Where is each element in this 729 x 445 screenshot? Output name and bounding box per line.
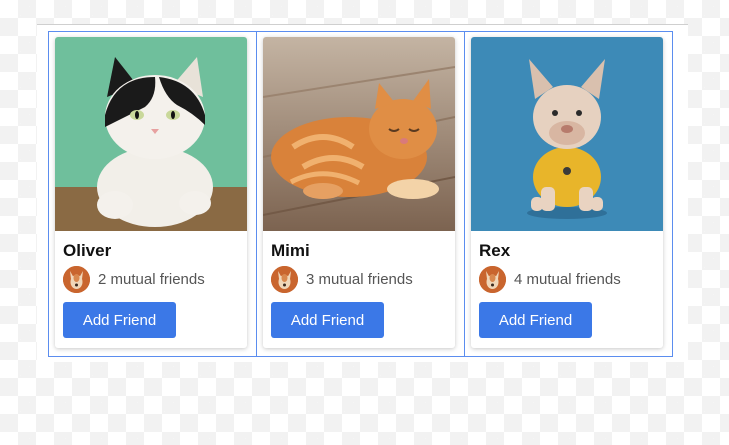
cat-photo [263,37,455,231]
avatar [271,265,298,293]
divider [37,24,688,25]
avatar [479,265,506,293]
add-friend-button[interactable]: Add Friend [63,302,176,338]
dog-photo [471,37,663,231]
mutual-friends-count: 2 mutual friends [98,270,205,288]
friend-name: Mimi [271,241,310,260]
card-cell: Oliver 2 mutual friends Add Friend [48,31,257,357]
friend-cards-row: Oliver 2 mutual friends Add Friend Mimi … [48,31,688,357]
card-cell: Mimi 3 mutual friends Add Friend [256,31,465,357]
friend-card[interactable]: Oliver 2 mutual friends Add Friend [55,37,247,348]
mutual-friends-row: 2 mutual friends [63,265,239,293]
cat-photo [55,37,247,231]
add-friend-button[interactable]: Add Friend [271,302,384,338]
add-friend-button[interactable]: Add Friend [479,302,592,338]
card-cell: Rex 4 mutual friends Add Friend [464,31,673,357]
mutual-friends-count: 4 mutual friends [514,270,621,288]
friend-name: Oliver [63,241,112,260]
friend-card[interactable]: Mimi 3 mutual friends Add Friend [263,37,455,348]
friend-card[interactable]: Rex 4 mutual friends Add Friend [471,37,663,348]
mutual-friends-count: 3 mutual friends [306,270,413,288]
mutual-friends-row: 3 mutual friends [271,265,447,293]
mutual-friends-row: 4 mutual friends [479,265,655,293]
friend-name: Rex [479,241,511,260]
avatar [63,265,90,293]
